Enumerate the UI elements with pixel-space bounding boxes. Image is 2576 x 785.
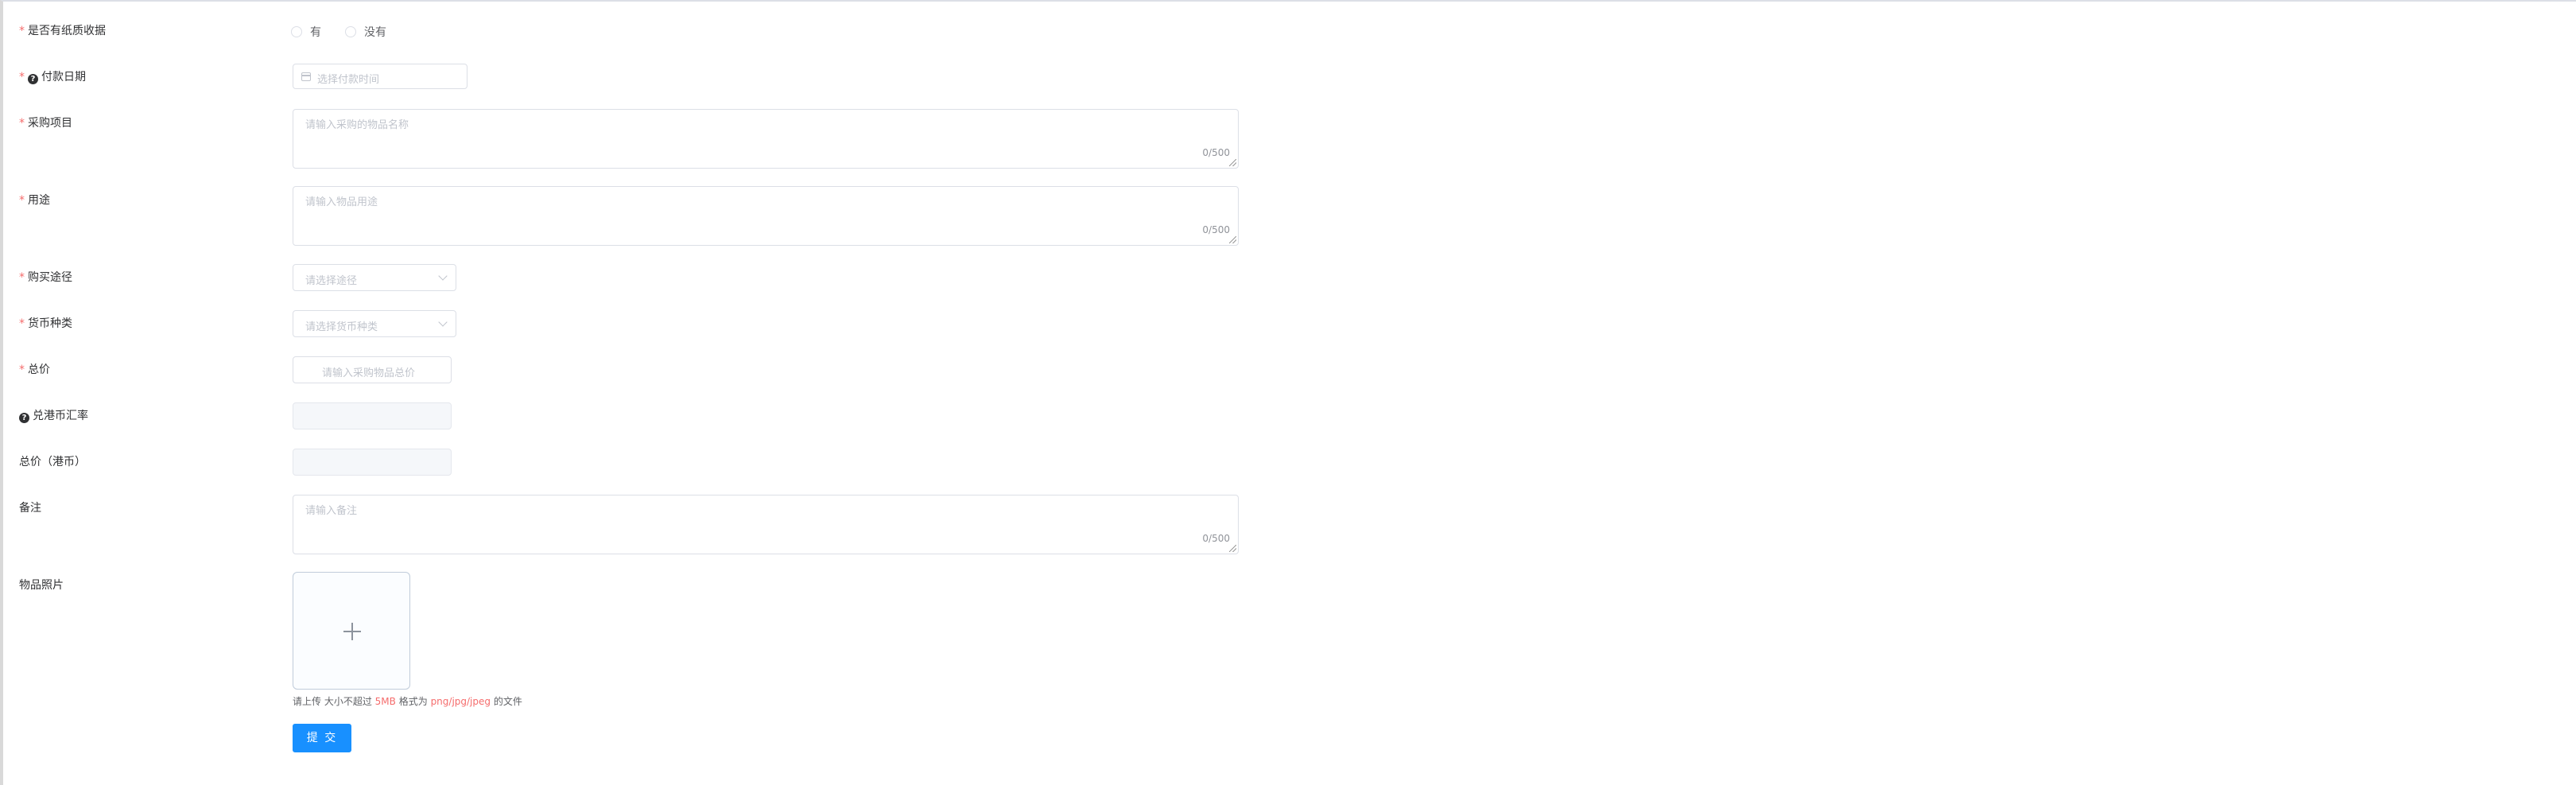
upload-tip: 请上传 大小不超过 5MB 格式为 png/jpg/jpeg 的文件	[293, 696, 522, 707]
required-mark: *	[19, 25, 25, 37]
receipt-radio-no[interactable]: 没有	[345, 24, 386, 40]
pay-date-label: *? 付款日期	[19, 71, 86, 84]
remark-char-count: 0/500	[1202, 533, 1230, 544]
page-frame: * 是否有纸质收据 有 没有 *? 付款日期 选择付款时间 * 采购项目 请输入采购的…	[0, 0, 2576, 785]
channel-select[interactable]: 请选择途径	[293, 264, 456, 291]
currency-select[interactable]: 请选择货币种类	[293, 310, 456, 337]
total-hkd-input	[293, 449, 452, 476]
photo-upload-button[interactable]	[293, 572, 410, 690]
items-label: * 采购项目	[19, 117, 72, 130]
currency-placeholder: 请选择货币种类	[305, 321, 378, 333]
plus-icon	[351, 623, 353, 640]
required-mark: *	[19, 71, 25, 84]
chevron-down-icon	[438, 317, 448, 327]
required-mark: *	[19, 117, 25, 130]
receipt-radio-yes[interactable]: 有	[291, 24, 321, 40]
question-circle-icon[interactable]: ?	[19, 413, 29, 423]
chevron-down-icon	[438, 271, 448, 281]
radio-circle-icon	[345, 26, 356, 37]
remark-label: 备注	[19, 502, 41, 515]
total-input[interactable]: 请输入采购物品总价	[293, 356, 452, 383]
items-textarea[interactable]: 请输入采购的物品名称 0/500	[293, 109, 1239, 169]
currency-label: * 货币种类	[19, 317, 72, 330]
required-mark: *	[19, 194, 25, 207]
items-placeholder: 请输入采购的物品名称	[305, 119, 409, 131]
rate-label: ? 兑港币汇率	[19, 408, 88, 424]
remark-textarea[interactable]: 请输入备注 0/500	[293, 495, 1239, 554]
pay-date-placeholder: 选择付款时间	[317, 74, 380, 86]
items-char-count: 0/500	[1202, 147, 1230, 158]
required-mark: *	[19, 271, 25, 284]
usage-label: * 用途	[19, 194, 50, 207]
channel-label: * 购买途径	[19, 271, 72, 284]
pay-date-picker[interactable]: 选择付款时间	[293, 64, 467, 89]
required-mark: *	[19, 363, 25, 376]
radio-circle-icon	[291, 26, 302, 37]
submit-button[interactable]: 提 交	[293, 724, 351, 752]
resize-handle-icon[interactable]	[1229, 236, 1236, 243]
usage-placeholder: 请输入物品用途	[305, 196, 378, 208]
total-label: * 总价	[19, 363, 50, 376]
calendar-icon	[301, 72, 311, 81]
channel-placeholder: 请选择途径	[305, 275, 358, 287]
resize-handle-icon[interactable]	[1229, 545, 1236, 552]
radio-no-label: 没有	[364, 26, 386, 39]
remark-placeholder: 请输入备注	[305, 505, 358, 517]
rate-input	[293, 402, 452, 429]
radio-yes-label: 有	[310, 26, 321, 39]
usage-char-count: 0/500	[1202, 224, 1230, 235]
total-placeholder: 请输入采购物品总价	[322, 367, 416, 379]
photo-label: 物品照片	[19, 579, 64, 592]
question-circle-icon[interactable]: ?	[28, 74, 38, 84]
required-mark: *	[19, 317, 25, 330]
resize-handle-icon[interactable]	[1229, 159, 1236, 166]
usage-textarea[interactable]: 请输入物品用途 0/500	[293, 186, 1239, 246]
receipt-label: * 是否有纸质收据	[19, 25, 106, 37]
total-hkd-label: 总价（港币）	[19, 456, 86, 468]
